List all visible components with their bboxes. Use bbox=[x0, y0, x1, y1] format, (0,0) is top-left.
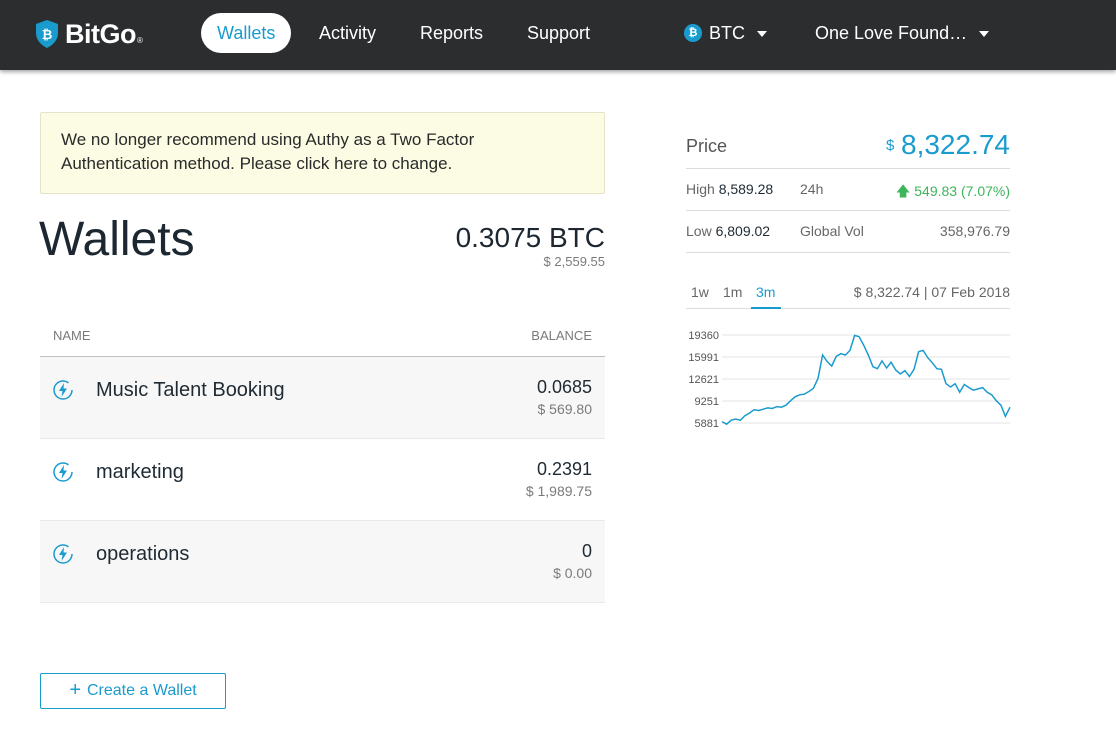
high-label: High bbox=[686, 181, 715, 197]
total-usd-balance: $ 2,559.55 bbox=[543, 254, 605, 269]
nav-wallets[interactable]: Wallets bbox=[201, 13, 292, 53]
low-label: Low bbox=[686, 223, 712, 239]
low-stat: Low 6,809.02 bbox=[686, 223, 770, 239]
lightning-icon bbox=[53, 462, 73, 482]
y-tick-label: 19360 bbox=[688, 330, 719, 342]
wallet-balance: 0 bbox=[581, 541, 592, 561]
nav-support[interactable]: Support bbox=[511, 13, 606, 53]
active-range-indicator bbox=[751, 307, 781, 309]
total-btc-balance: 0.3075 BTC bbox=[455, 222, 605, 253]
wallet-row-operations[interactable]: operations 0 $ 0.00 bbox=[40, 521, 605, 603]
wallet-row-marketing[interactable]: marketing 0.2391 $ 1,989.75 bbox=[40, 439, 605, 521]
high-stat: High 8,589.28 bbox=[686, 181, 773, 197]
wallet-usd-balance: $ 0.00 bbox=[553, 565, 592, 581]
global-vol-label: Global Vol bbox=[800, 223, 864, 239]
chevron-down-icon bbox=[979, 31, 990, 37]
price-series-line bbox=[721, 334, 1011, 426]
bitgo-logo[interactable]: ₿ BitGo ® bbox=[34, 18, 143, 50]
svg-text:₿: ₿ bbox=[42, 27, 53, 42]
period-label: 24h bbox=[800, 181, 824, 197]
wallet-usd-balance: $ 569.80 bbox=[537, 401, 593, 417]
price-date-readout: $ 8,322.74 | 07 Feb 2018 bbox=[853, 284, 1010, 300]
wallet-balance: 0.2391 bbox=[536, 459, 592, 479]
nav-activity[interactable]: Activity bbox=[303, 13, 392, 53]
range-tab-3m[interactable]: 3m bbox=[751, 284, 780, 300]
lightning-icon bbox=[53, 380, 73, 400]
global-vol-value: 358,976.79 bbox=[939, 223, 1010, 239]
create-wallet-button[interactable]: + Create a Wallet bbox=[40, 673, 226, 709]
create-wallet-label: Create a Wallet bbox=[87, 682, 197, 699]
divider bbox=[686, 168, 1010, 169]
wallet-name: Music Talent Booking bbox=[96, 379, 285, 401]
price-currency-symbol: $ bbox=[886, 137, 895, 154]
shield-icon: ₿ bbox=[36, 20, 58, 48]
divider bbox=[686, 210, 1010, 211]
wallet-table-header: NAME BALANCE bbox=[40, 312, 605, 357]
y-tick-label: 15991 bbox=[688, 352, 719, 364]
coin-selector[interactable]: ₿ BTC bbox=[684, 20, 767, 46]
arrow-up-icon: 🡅 bbox=[895, 183, 911, 199]
chevron-down-icon bbox=[757, 31, 767, 37]
wallet-name: marketing bbox=[96, 461, 184, 483]
price-change-value: 549.83 (7.07%) bbox=[914, 183, 1010, 199]
range-tabs-baseline bbox=[686, 308, 1010, 309]
top-navbar: ₿ BitGo ® Wallets Activity Reports Suppo… bbox=[0, 0, 1116, 70]
y-tick-label: 12621 bbox=[688, 374, 719, 386]
lightning-icon bbox=[53, 544, 73, 564]
price-label: Price bbox=[686, 136, 728, 156]
wallet-balance: 0.0685 bbox=[536, 377, 592, 397]
two-factor-alert[interactable]: We no longer recommend using Authy as a … bbox=[40, 112, 605, 194]
y-tick-label: 5881 bbox=[695, 418, 719, 430]
logo-text: BitGo bbox=[65, 18, 137, 49]
wallet-usd-balance: $ 1,989.75 bbox=[525, 483, 592, 499]
nav-reports[interactable]: Reports bbox=[404, 13, 499, 53]
low-value: 6,809.02 bbox=[715, 223, 771, 239]
divider bbox=[686, 252, 1010, 253]
price-chart: 19360 15991 12621 9251 5881 bbox=[688, 330, 1011, 430]
price-change: 🡅 549.83 (7.07%) bbox=[896, 181, 1010, 205]
registered-mark: ® bbox=[137, 35, 143, 45]
page-title: Wallets bbox=[39, 213, 195, 266]
enterprise-label: One Love Found… bbox=[815, 22, 968, 43]
current-price: 8,322.74 bbox=[901, 129, 1010, 160]
column-header-name[interactable]: NAME bbox=[53, 328, 91, 343]
plus-icon: + bbox=[69, 678, 81, 701]
high-value: 8,589.28 bbox=[718, 181, 774, 197]
coin-label: BTC bbox=[709, 22, 745, 43]
wallet-name: operations bbox=[96, 543, 190, 565]
wallet-row-music-talent-booking[interactable]: Music Talent Booking 0.0685 $ 569.80 bbox=[40, 357, 605, 439]
range-tab-1w[interactable]: 1w bbox=[686, 284, 714, 300]
y-tick-label: 9251 bbox=[695, 396, 719, 408]
enterprise-selector[interactable]: One Love Found… bbox=[815, 20, 990, 46]
column-header-balance[interactable]: BALANCE bbox=[531, 328, 592, 343]
range-tab-1m[interactable]: 1m bbox=[718, 284, 747, 300]
bitcoin-icon: ₿ bbox=[684, 24, 702, 42]
